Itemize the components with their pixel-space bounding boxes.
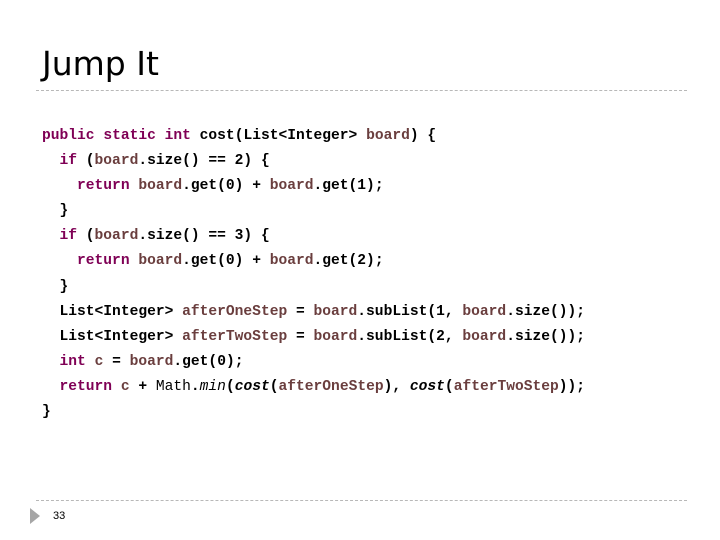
code-token-plain: .size() == 3) {	[138, 228, 270, 245]
code-token-var: afterTwoStep	[453, 378, 559, 395]
code-token-static-call: cost	[409, 378, 445, 395]
code-token-plain: (	[225, 378, 235, 395]
code-token-plain: (	[77, 153, 95, 170]
code-token-var: afterTwoStep	[182, 328, 288, 345]
code-token-static-method: min	[199, 378, 226, 395]
code-line: return board.get(0) + board.get(2);	[42, 249, 585, 274]
code-token-kw: return	[77, 253, 130, 270]
code-token-var: afterOneStep	[182, 303, 288, 320]
code-token-plain: List<Integer>	[42, 303, 183, 320]
code-token-var: c	[94, 353, 104, 370]
code-token-var: board	[313, 328, 358, 345]
code-line: int c = board.get(0);	[42, 350, 585, 375]
code-token-var: board	[462, 303, 507, 320]
code-token-plain: .size());	[506, 328, 586, 345]
code-line: }	[42, 400, 585, 425]
code-token-plain: ));	[558, 378, 586, 395]
code-line: }	[42, 199, 585, 224]
code-token-plain: (	[77, 228, 95, 245]
code-token-plain: +	[129, 378, 156, 395]
code-token-plain: }	[42, 203, 69, 220]
slide-footer: 33	[30, 505, 65, 527]
code-token-plain: List<Integer>	[42, 328, 183, 345]
code-token-plain: }	[42, 278, 69, 295]
code-token-var: c	[120, 378, 130, 395]
code-token-var: board	[138, 253, 183, 270]
code-token-var: board	[94, 153, 139, 170]
code-token-kw: int	[164, 128, 191, 144]
footer-divider	[36, 500, 687, 501]
code-token-var: board	[269, 253, 314, 270]
triangle-bullet-icon	[30, 508, 40, 524]
code-token-kw: static	[103, 128, 156, 144]
code-token-plain: .subList(2,	[357, 328, 463, 345]
code-token-plain: ) {	[409, 128, 437, 144]
code-token-kw: public	[42, 128, 95, 144]
code-token-kw: int	[59, 353, 86, 370]
code-line: return board.get(0) + board.get(1);	[42, 174, 585, 199]
code-token-plain: }	[42, 404, 51, 421]
code-token-plain: .get(1);	[313, 178, 384, 195]
code-token-plain: =	[287, 328, 314, 345]
code-token-var: board	[366, 128, 410, 144]
code-token-plain: .get(0);	[173, 353, 244, 370]
code-token-kw: return	[59, 378, 113, 395]
code-line: public static int cost(List<Integer> boa…	[42, 124, 585, 149]
page-number: 33	[53, 510, 66, 522]
code-token-var: board	[129, 353, 174, 370]
code-token-kw: if	[59, 228, 78, 245]
code-token-static-class: Math	[155, 378, 191, 395]
code-token-plain: .	[190, 378, 200, 395]
code-token-plain: .size() == 2) {	[138, 153, 270, 170]
slide-title: Jump It	[42, 44, 159, 83]
code-token-plain: (	[269, 378, 279, 395]
code-token-plain: (	[444, 378, 454, 395]
code-token-var: board	[94, 228, 139, 245]
code-token-var: board	[269, 178, 314, 195]
code-block: public static int cost(List<Integer> boa…	[42, 124, 585, 425]
code-token-plain: ),	[383, 378, 410, 395]
code-line: return c + Math.min(cost(afterOneStep), …	[42, 375, 586, 400]
code-line: if (board.size() == 3) {	[42, 224, 585, 249]
code-token-var: afterOneStep	[278, 378, 384, 395]
title-divider	[36, 90, 687, 91]
code-token-plain: .get(0) +	[182, 253, 270, 270]
code-token-plain: .get(0) +	[182, 178, 270, 195]
code-line: List<Integer> afterOneStep = board.subLi…	[42, 300, 586, 325]
code-line: }	[42, 275, 585, 300]
code-line: if (board.size() == 2) {	[42, 149, 585, 174]
code-token-kw: if	[59, 153, 78, 170]
code-token-kw: return	[77, 178, 130, 195]
code-token-var: board	[462, 328, 507, 345]
code-token-plain: =	[103, 353, 130, 370]
code-token-static-call: cost	[234, 378, 270, 395]
code-token-plain: .size());	[506, 303, 586, 320]
code-token-plain: =	[287, 303, 314, 320]
code-token-var: board	[313, 303, 358, 320]
code-token-plain: .subList(1,	[357, 303, 463, 320]
code-token-plain: cost(List<Integer>	[190, 128, 367, 144]
code-token-plain: .get(2);	[313, 253, 384, 270]
code-token-var: board	[138, 178, 183, 195]
code-line: List<Integer> afterTwoStep = board.subLi…	[42, 325, 586, 350]
